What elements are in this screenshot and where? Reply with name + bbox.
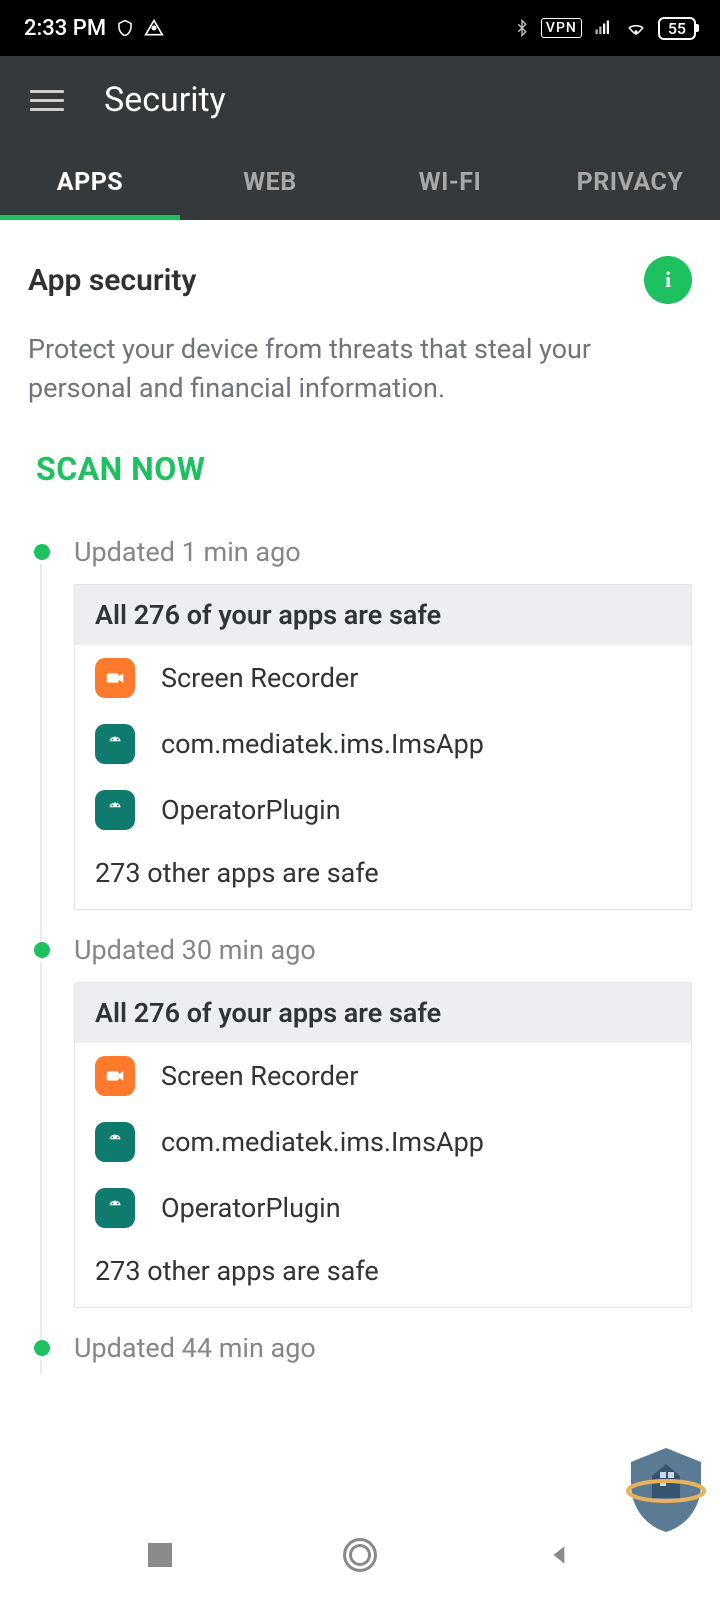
card-summary: 273 other apps are safe bbox=[75, 1241, 691, 1307]
page-title: Security bbox=[104, 80, 226, 120]
app-name: com.mediatek.ims.ImsApp bbox=[161, 728, 484, 760]
timeline-item: Updated 44 min ago bbox=[34, 1332, 692, 1364]
bluetooth-icon bbox=[513, 17, 531, 39]
android-app-icon bbox=[95, 790, 135, 830]
app-row[interactable]: OperatorPlugin bbox=[75, 777, 691, 843]
scan-result-card[interactable]: All 276 of your apps are safe Screen Rec… bbox=[74, 584, 692, 910]
app-name: OperatorPlugin bbox=[161, 794, 341, 826]
app-name: Screen Recorder bbox=[161, 662, 358, 694]
timeline: Updated 1 min ago All 276 of your apps a… bbox=[28, 536, 692, 1364]
tab-web[interactable]: WEB bbox=[180, 150, 360, 220]
screen-recorder-icon bbox=[95, 1056, 135, 1096]
section-title: App security bbox=[28, 263, 196, 298]
update-time: Updated 1 min ago bbox=[74, 536, 692, 568]
update-time: Updated 44 min ago bbox=[74, 1332, 692, 1364]
android-app-icon bbox=[95, 1122, 135, 1162]
shield-small-icon bbox=[116, 19, 134, 37]
wifi-icon bbox=[624, 19, 648, 37]
card-title: All 276 of your apps are safe bbox=[75, 983, 691, 1043]
vpn-indicator: VPN bbox=[541, 18, 582, 38]
update-time: Updated 30 min ago bbox=[74, 934, 692, 966]
app-row[interactable]: com.mediatek.ims.ImsApp bbox=[75, 1109, 691, 1175]
tab-privacy[interactable]: PRIVACY bbox=[540, 150, 720, 220]
menu-button[interactable] bbox=[30, 90, 64, 111]
scan-now-button[interactable]: SCAN NOW bbox=[36, 450, 205, 488]
triangle-alert-icon bbox=[144, 18, 164, 38]
tab-apps[interactable]: APPS bbox=[0, 150, 180, 220]
app-header: Security APPS WEB WI-FI PRIVACY bbox=[0, 56, 720, 220]
back-button[interactable] bbox=[542, 1537, 578, 1573]
section-description: Protect your device from threats that st… bbox=[28, 330, 692, 408]
app-row[interactable]: OperatorPlugin bbox=[75, 1175, 691, 1241]
app-row[interactable]: Screen Recorder bbox=[75, 1043, 691, 1109]
status-bar: 2:33 PM VPN 55 bbox=[0, 0, 720, 56]
signal-icon bbox=[592, 19, 614, 37]
card-summary: 273 other apps are safe bbox=[75, 843, 691, 909]
android-app-icon bbox=[95, 724, 135, 764]
timeline-dot-icon bbox=[34, 942, 50, 958]
home-shield-button[interactable] bbox=[616, 1436, 716, 1536]
timeline-dot-icon bbox=[34, 1340, 50, 1356]
screen-recorder-icon bbox=[95, 658, 135, 698]
app-row[interactable]: com.mediatek.ims.ImsApp bbox=[75, 711, 691, 777]
app-name: OperatorPlugin bbox=[161, 1192, 341, 1224]
home-button[interactable] bbox=[342, 1537, 378, 1573]
tab-bar: APPS WEB WI-FI PRIVACY bbox=[0, 150, 720, 220]
card-title: All 276 of your apps are safe bbox=[75, 585, 691, 645]
app-row[interactable]: Screen Recorder bbox=[75, 645, 691, 711]
tab-wifi[interactable]: WI-FI bbox=[360, 150, 540, 220]
timeline-item: Updated 30 min ago All 276 of your apps … bbox=[34, 934, 692, 1332]
info-button[interactable]: i bbox=[644, 256, 692, 304]
recent-apps-button[interactable] bbox=[142, 1537, 178, 1573]
app-name: com.mediatek.ims.ImsApp bbox=[161, 1126, 484, 1158]
scan-result-card[interactable]: All 276 of your apps are safe Screen Rec… bbox=[74, 982, 692, 1308]
android-app-icon bbox=[95, 1188, 135, 1228]
battery-indicator: 55 bbox=[658, 17, 696, 40]
app-name: Screen Recorder bbox=[161, 1060, 358, 1092]
content-area[interactable]: App security i Protect your device from … bbox=[0, 220, 720, 1474]
timeline-dot-icon bbox=[34, 544, 50, 560]
status-time: 2:33 PM bbox=[24, 16, 106, 41]
timeline-item: Updated 1 min ago All 276 of your apps a… bbox=[34, 536, 692, 934]
system-nav-bar bbox=[0, 1510, 720, 1600]
